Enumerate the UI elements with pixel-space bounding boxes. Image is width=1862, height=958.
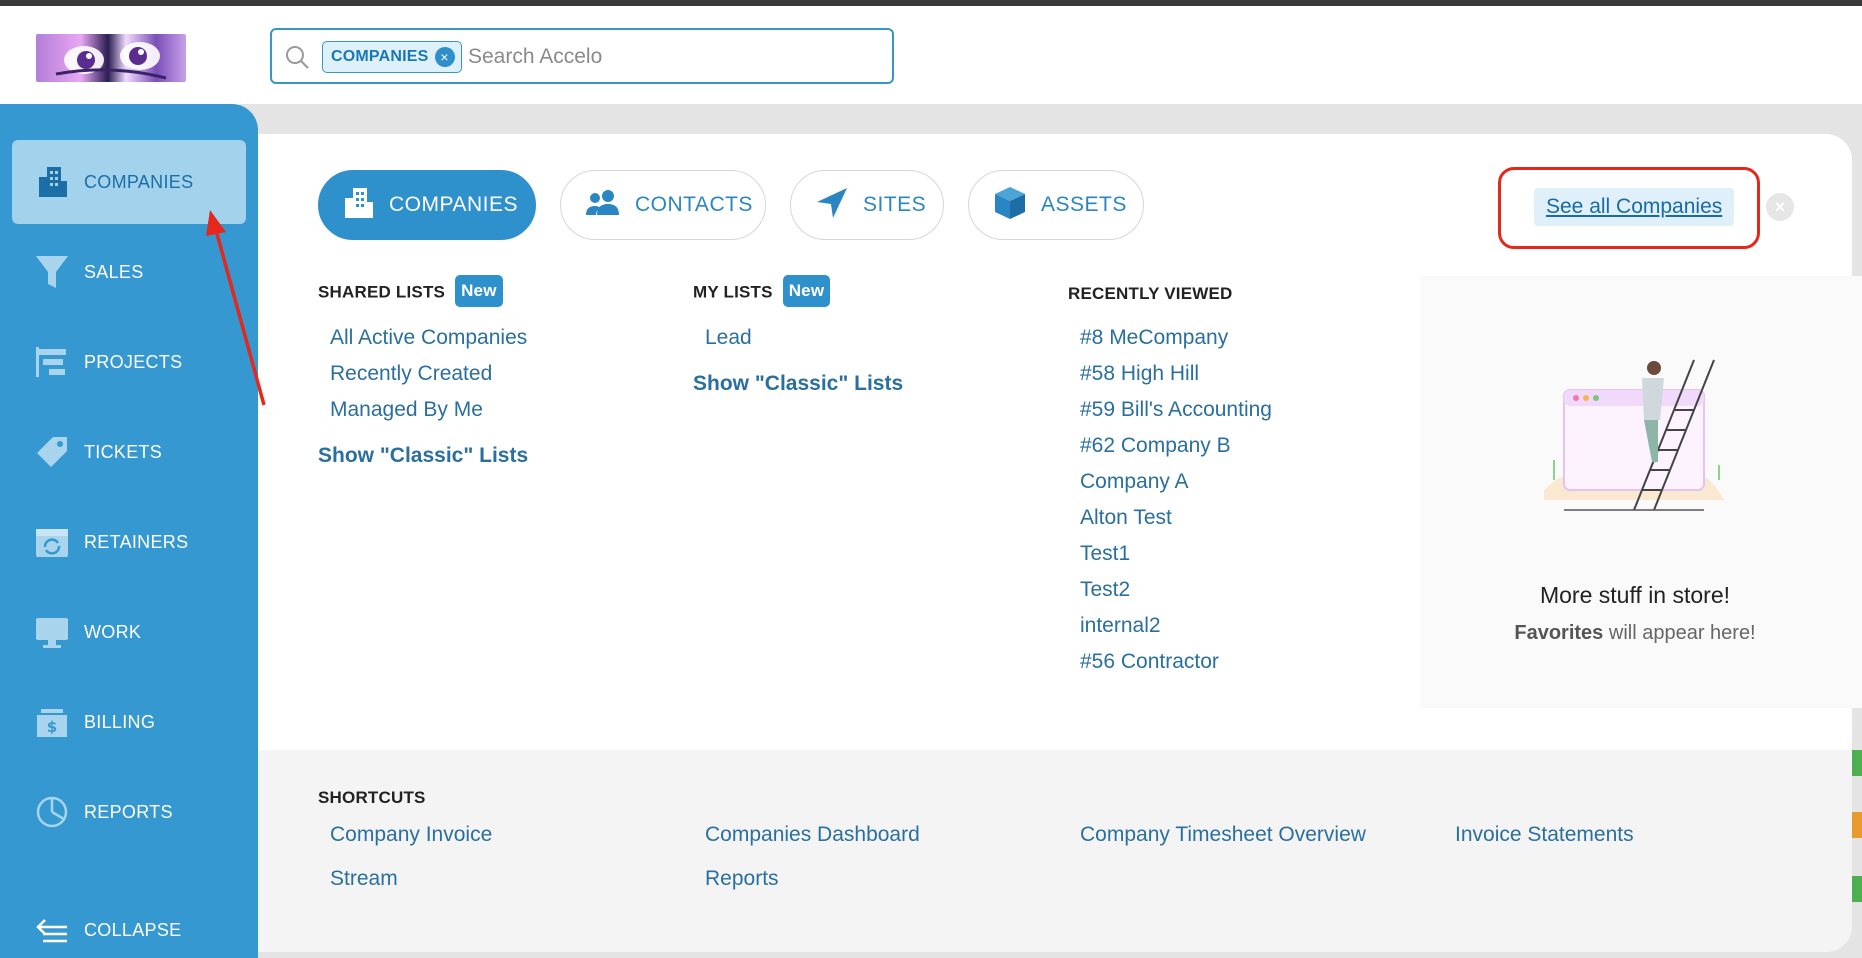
pie-chart-icon xyxy=(34,794,70,830)
sidebar-item-work[interactable]: WORK xyxy=(12,590,246,674)
sidebar-item-tickets[interactable]: TICKETS xyxy=(12,410,246,494)
shortcuts-heading: SHORTCUTS xyxy=(318,788,426,807)
background-status-mark xyxy=(1852,750,1862,776)
sidebar-item-sales[interactable]: SALES xyxy=(12,230,246,314)
sidebar-item-projects[interactable]: PROJECTS xyxy=(12,320,246,404)
favorites-subtitle-rest: will appear here! xyxy=(1603,622,1756,644)
my-list-link[interactable]: Lead xyxy=(705,326,752,350)
tab-label: SITES xyxy=(863,193,927,216)
search-input[interactable] xyxy=(468,39,868,75)
app-header: COMPANIES × xyxy=(0,6,1862,104)
sidebar-item-billing[interactable]: $ BILLING xyxy=(12,680,246,764)
show-classic-lists-link[interactable]: Show "Classic" Lists xyxy=(318,444,528,468)
invoice-dollar-icon: $ xyxy=(34,704,70,740)
sidebar-item-label: WORK xyxy=(84,621,142,642)
tab-assets[interactable]: ASSETS xyxy=(968,170,1144,240)
sidebar-collapse-label: COLLAPSE xyxy=(84,919,182,940)
shared-lists-heading: SHARED LISTS New xyxy=(318,275,503,309)
sidebar-item-label: PROJECTS xyxy=(84,351,183,372)
favorites-subtitle: Favorites will appear here! xyxy=(1420,622,1850,645)
tag-icon xyxy=(34,434,70,470)
tab-contacts[interactable]: CONTACTS xyxy=(560,170,766,240)
shared-list-link[interactable]: Managed By Me xyxy=(330,398,483,422)
chip-close-icon[interactable]: × xyxy=(434,47,455,67)
search-scope-label: COMPANIES xyxy=(331,48,429,65)
collapse-arrow-icon xyxy=(34,912,70,948)
tab-label: ASSETS xyxy=(1041,193,1127,216)
show-classic-lists-link[interactable]: Show "Classic" Lists xyxy=(693,372,903,396)
sidebar-item-label: COMPANIES xyxy=(84,171,194,192)
background-status-mark xyxy=(1852,876,1862,902)
close-icon[interactable]: × xyxy=(1766,193,1794,221)
see-all-companies-link[interactable]: See all Companies xyxy=(1534,188,1735,226)
building-icon xyxy=(34,164,70,200)
shortcut-link[interactable]: Company Invoice xyxy=(330,823,492,847)
gantt-icon xyxy=(34,344,70,380)
tab-label: CONTACTS xyxy=(635,193,753,216)
new-badge: New xyxy=(455,275,503,307)
recent-item-link[interactable]: Alton Test xyxy=(1080,506,1172,530)
global-search[interactable]: COMPANIES × xyxy=(270,28,894,84)
favorites-title: More stuff in store! xyxy=(1539,582,1731,608)
shortcut-link[interactable]: Companies Dashboard xyxy=(705,823,920,847)
app-logo[interactable] xyxy=(36,34,186,82)
sidebar-item-label: SALES xyxy=(84,261,144,282)
my-lists-heading-text: MY LISTS xyxy=(693,282,773,302)
sidebar-item-companies[interactable]: COMPANIES xyxy=(12,140,246,224)
shortcut-link[interactable]: Company Timesheet Overview xyxy=(1080,823,1366,847)
shortcut-link[interactable]: Stream xyxy=(330,867,398,891)
svg-text:$: $ xyxy=(47,718,57,736)
sidebar-item-label: REPORTS xyxy=(84,801,173,822)
search-icon xyxy=(284,44,310,70)
sidebar-item-label: BILLING xyxy=(84,711,156,732)
shared-list-link[interactable]: Recently Created xyxy=(330,362,492,386)
shortcut-link[interactable]: Reports xyxy=(705,867,779,891)
cube-icon xyxy=(993,185,1027,226)
shared-list-link[interactable]: All Active Companies xyxy=(330,326,527,350)
location-arrow-icon xyxy=(815,186,849,225)
new-badge: New xyxy=(782,275,831,307)
shortcut-link[interactable]: Invoice Statements xyxy=(1455,823,1634,847)
sidebar: COMPANIES SALES PROJECTS TICKETS RETAINE… xyxy=(0,104,258,958)
recent-item-link[interactable]: #56 Contractor xyxy=(1080,650,1219,674)
recent-item-link[interactable]: #8 MeCompany xyxy=(1080,326,1228,350)
recent-item-link[interactable]: Test1 xyxy=(1080,542,1130,566)
recent-item-link[interactable]: #59 Bill's Accounting xyxy=(1080,398,1272,422)
tab-sites[interactable]: SITES xyxy=(790,170,944,240)
favorites-subtitle-bold: Favorites xyxy=(1514,622,1604,644)
shortcuts-panel xyxy=(258,750,1852,952)
people-icon xyxy=(585,189,621,222)
recent-item-link[interactable]: #58 High Hill xyxy=(1080,362,1199,386)
building-icon xyxy=(343,186,375,225)
recent-item-link[interactable]: #62 Company B xyxy=(1080,434,1231,458)
sidebar-item-retainers[interactable]: RETAINERS xyxy=(12,500,246,584)
shared-lists-heading-text: SHARED LISTS xyxy=(318,282,446,302)
my-lists-heading: MY LISTS New xyxy=(693,275,831,309)
sidebar-item-reports[interactable]: REPORTS xyxy=(12,770,246,854)
calendar-refresh-icon xyxy=(34,524,70,560)
funnel-icon xyxy=(34,254,70,290)
monitor-icon xyxy=(34,614,70,650)
background-status-mark xyxy=(1852,812,1862,838)
sidebar-collapse-button[interactable]: COLLAPSE xyxy=(12,888,246,958)
sidebar-item-label: RETAINERS xyxy=(84,531,189,552)
tab-companies[interactable]: COMPANIES xyxy=(318,170,536,240)
recent-item-link[interactable]: Company A xyxy=(1080,470,1189,494)
tab-label: COMPANIES xyxy=(389,193,518,216)
sidebar-item-label: TICKETS xyxy=(84,441,163,462)
recent-item-link[interactable]: Test2 xyxy=(1080,578,1130,602)
recent-item-link[interactable]: internal2 xyxy=(1080,614,1161,638)
ladder-illustration xyxy=(1544,359,1724,511)
recently-viewed-heading: RECENTLY VIEWED xyxy=(1068,284,1233,303)
search-scope-chip[interactable]: COMPANIES × xyxy=(322,41,462,73)
